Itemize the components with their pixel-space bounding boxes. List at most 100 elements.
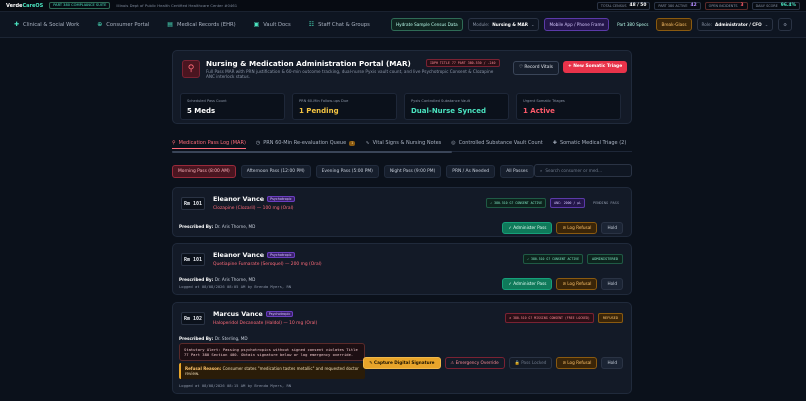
- record-actions: ✓ Administer Pass ⊘ Log Refusal Hold: [502, 278, 623, 290]
- part380-specs-button[interactable]: Part 380 Specs: [614, 19, 651, 30]
- count-badge: 1: [349, 140, 356, 146]
- button-label: Record Vitals: [524, 65, 553, 70]
- logged-text: Logged at 08/08/2026 08:05 AM by Brenda …: [179, 284, 292, 289]
- search-placeholder: Search consumer or med...: [545, 168, 603, 173]
- psychotropic-badge: Psychotropic: [267, 252, 295, 258]
- room-badge: Rm 102: [181, 312, 205, 325]
- name-text: Eleanor Vance: [213, 195, 265, 203]
- tab-vital-signs[interactable]: ∿ Vital Signs & Nursing Notes: [365, 137, 441, 149]
- tab-vault-count[interactable]: ◎ Controlled Substance Vault Count: [451, 137, 542, 149]
- role-label: Role:: [701, 22, 712, 27]
- mar-header-card: ⚲ Nursing & Medication Administration Po…: [172, 50, 632, 124]
- capture-signature-button[interactable]: ✎ Capture Digital Signature: [363, 357, 441, 369]
- nav-clinical[interactable]: ✚ Clinical & Social Work: [14, 21, 79, 28]
- button-label: Capture Digital Signature: [374, 360, 435, 365]
- suite-badge: PART 380 COMPLIANCE SUITE: [49, 2, 111, 9]
- pass-filters: Morning Pass (8:00 AM) Afternoon Pass (1…: [172, 165, 534, 178]
- record-actions: ✎ Capture Digital Signature ⚠ Emergency …: [363, 357, 623, 369]
- hold-button[interactable]: Hold: [601, 278, 623, 290]
- button-label: Emergency Override: [455, 360, 499, 365]
- anc-badge: ANC: 2000 / µL: [550, 198, 586, 208]
- chevron-down-icon: ⌄: [530, 22, 535, 27]
- pass-locked-button[interactable]: 🔒 Pass Locked: [508, 357, 553, 369]
- logged-text: Logged at 08/08/2026 08:15 AM by Brenda …: [179, 383, 292, 388]
- break-glass-button[interactable]: Break-Glass: [656, 18, 692, 31]
- tab-label: Somatic Medical Triage (2): [559, 140, 627, 146]
- filter-morning[interactable]: Morning Pass (8:00 AM): [172, 165, 236, 178]
- log-refusal-button[interactable]: ⊘ Log Refusal: [556, 222, 598, 234]
- hydrate-button[interactable]: Hydrate Sample Census Data: [391, 18, 463, 31]
- patient-name[interactable]: Eleanor Vance Psychotropic: [213, 251, 295, 259]
- kpi-pyxis-vault: Pyxis Controlled Substance Vault Dual-Nur…: [404, 93, 509, 120]
- record-actions: ✓ Administer Pass ⊘ Log Refusal Hold: [502, 222, 623, 234]
- record-vitals-button[interactable]: ♡ Record Vitals: [513, 61, 559, 75]
- prescriber-label: Prescribed By:: [179, 336, 214, 341]
- chevron-down-icon: ⌄: [764, 22, 769, 27]
- kpi-prn-followups: PRN 60-Min Follow-ups Due 1 Pending: [292, 93, 397, 120]
- module-value: Nursing & MAR: [492, 22, 528, 27]
- new-triage-button[interactable]: + New Somatic Triage: [563, 61, 628, 73]
- pill-icon: ⚲: [172, 139, 176, 146]
- administer-button[interactable]: ✓ Administer Pass: [502, 222, 553, 234]
- room-badge: Rm 101: [181, 253, 205, 266]
- page-title: Nursing & Medication Administration Port…: [206, 59, 411, 68]
- search-icon: ⌕: [540, 168, 543, 173]
- record-status-row: ✓ 380.510 G? CONSENT ACTIVE ANC: 2000 / …: [486, 198, 623, 208]
- chat-icon: ☷: [308, 21, 315, 28]
- button-label: Administer Pass: [513, 225, 547, 230]
- search-input[interactable]: ⌕ Search consumer or med...: [534, 164, 632, 177]
- hold-button[interactable]: Hold: [601, 357, 623, 369]
- tab-somatic-triage[interactable]: ✚ Somatic Medical Triage (2): [553, 137, 627, 149]
- administer-button[interactable]: ✓ Administer Pass: [502, 278, 553, 290]
- nav-vault-docs[interactable]: ▣ Vault Docs: [254, 21, 291, 28]
- nav-consumer-portal[interactable]: ⊕ Consumer Portal: [97, 21, 149, 28]
- log-refusal-button[interactable]: ⊘ Log Refusal: [556, 278, 598, 290]
- patient-name[interactable]: Eleanor Vance Psychotropic: [213, 195, 295, 203]
- mar-record: Rm 101 Eleanor Vance Psychotropic Quetiap…: [172, 243, 632, 295]
- psychotropic-badge: Psychotropic: [265, 311, 294, 317]
- regulation-tag: IDPH TITLE 77 PART 380.530 / .240: [426, 59, 500, 67]
- mar-record: Rm 101 Eleanor Vance Psychotropic Clozapi…: [172, 187, 632, 237]
- emergency-override-button[interactable]: ⚠ Emergency Override: [444, 357, 505, 369]
- tab-scrollbar[interactable]: [172, 151, 452, 153]
- role-value: Administrator / CFO: [714, 22, 762, 27]
- filter-afternoon[interactable]: Afternoon Pass (12:00 PM): [240, 165, 311, 178]
- vault-icon: ▣: [253, 21, 260, 28]
- button-label: Log Refusal: [567, 360, 592, 365]
- brand-logo[interactable]: VerdeCareOS: [6, 3, 43, 9]
- tab-label: Controlled Substance Vault Count: [458, 140, 543, 146]
- status-badge: REFUSED: [597, 313, 623, 323]
- filter-all[interactable]: All Passes: [500, 165, 534, 178]
- filter-night[interactable]: Night Pass (9:00 PM): [383, 165, 442, 178]
- filter-evening[interactable]: Evening Pass (5:00 PM): [315, 165, 379, 178]
- nav-medical-records[interactable]: ▤ Medical Records (EHR): [167, 21, 235, 28]
- tab-medication-pass[interactable]: ⚲ Medication Pass Log (MAR): [172, 137, 246, 149]
- patient-name[interactable]: Marcus Vance Psychotropic: [213, 310, 294, 318]
- hold-button[interactable]: Hold: [601, 222, 623, 234]
- button-label: New Somatic Triage: [573, 64, 623, 69]
- nav-staff-chat[interactable]: ☷ Staff Chat & Groups: [309, 21, 370, 28]
- mobile-app-button[interactable]: Mobile App / Phone Frame: [544, 18, 610, 31]
- medication: Haloperidol Decanoate (Haldol) — 10 mg (…: [213, 321, 318, 326]
- nav-label: Staff Chat & Groups: [318, 21, 370, 28]
- record-status-row: ✓ 380.510 G? CONSENT ACTIVE ADMINISTERED: [523, 254, 623, 264]
- statutory-alert: Statutory Alert: Passing psychotropics w…: [179, 343, 365, 361]
- shield-icon: ◎: [451, 140, 456, 146]
- kpi-scheduled-pass: Scheduled Pass Count 5 Meds: [180, 93, 285, 120]
- role-select[interactable]: Role: Administrator / CFO ⌄: [696, 18, 774, 31]
- consent-badge: ✓ 380.510 G? CONSENT ACTIVE: [486, 198, 547, 208]
- kpi-value: Dual-Nurse Synced: [411, 107, 486, 115]
- tab-prn-queue[interactable]: ◷ PRN 60-Min Re-evaluation Queue 1: [256, 137, 356, 149]
- medication: Clozapine (Clozaril) — 100 mg (Oral): [213, 206, 294, 211]
- module-select[interactable]: Module: Nursing & MAR ⌄: [467, 18, 540, 31]
- filter-prn[interactable]: PRN / As Needed: [446, 165, 496, 178]
- prescriber-name: Dr. Sterling, MD: [214, 336, 248, 341]
- prescriber: Prescribed By: Dr. Aris Thorne, MD: [179, 277, 255, 282]
- records-icon: ▤: [167, 21, 173, 28]
- prescriber: Prescribed By: Dr. Aris Thorne, MD: [179, 224, 255, 229]
- refusal-reason: Refusal Reason: Consumer states "medicat…: [179, 363, 365, 380]
- settings-button[interactable]: ⚙: [778, 18, 792, 31]
- nav-label: Clinical & Social Work: [23, 21, 80, 28]
- log-refusal-button[interactable]: ⊘ Log Refusal: [556, 357, 598, 369]
- prescriber-label: Prescribed By:: [179, 224, 214, 229]
